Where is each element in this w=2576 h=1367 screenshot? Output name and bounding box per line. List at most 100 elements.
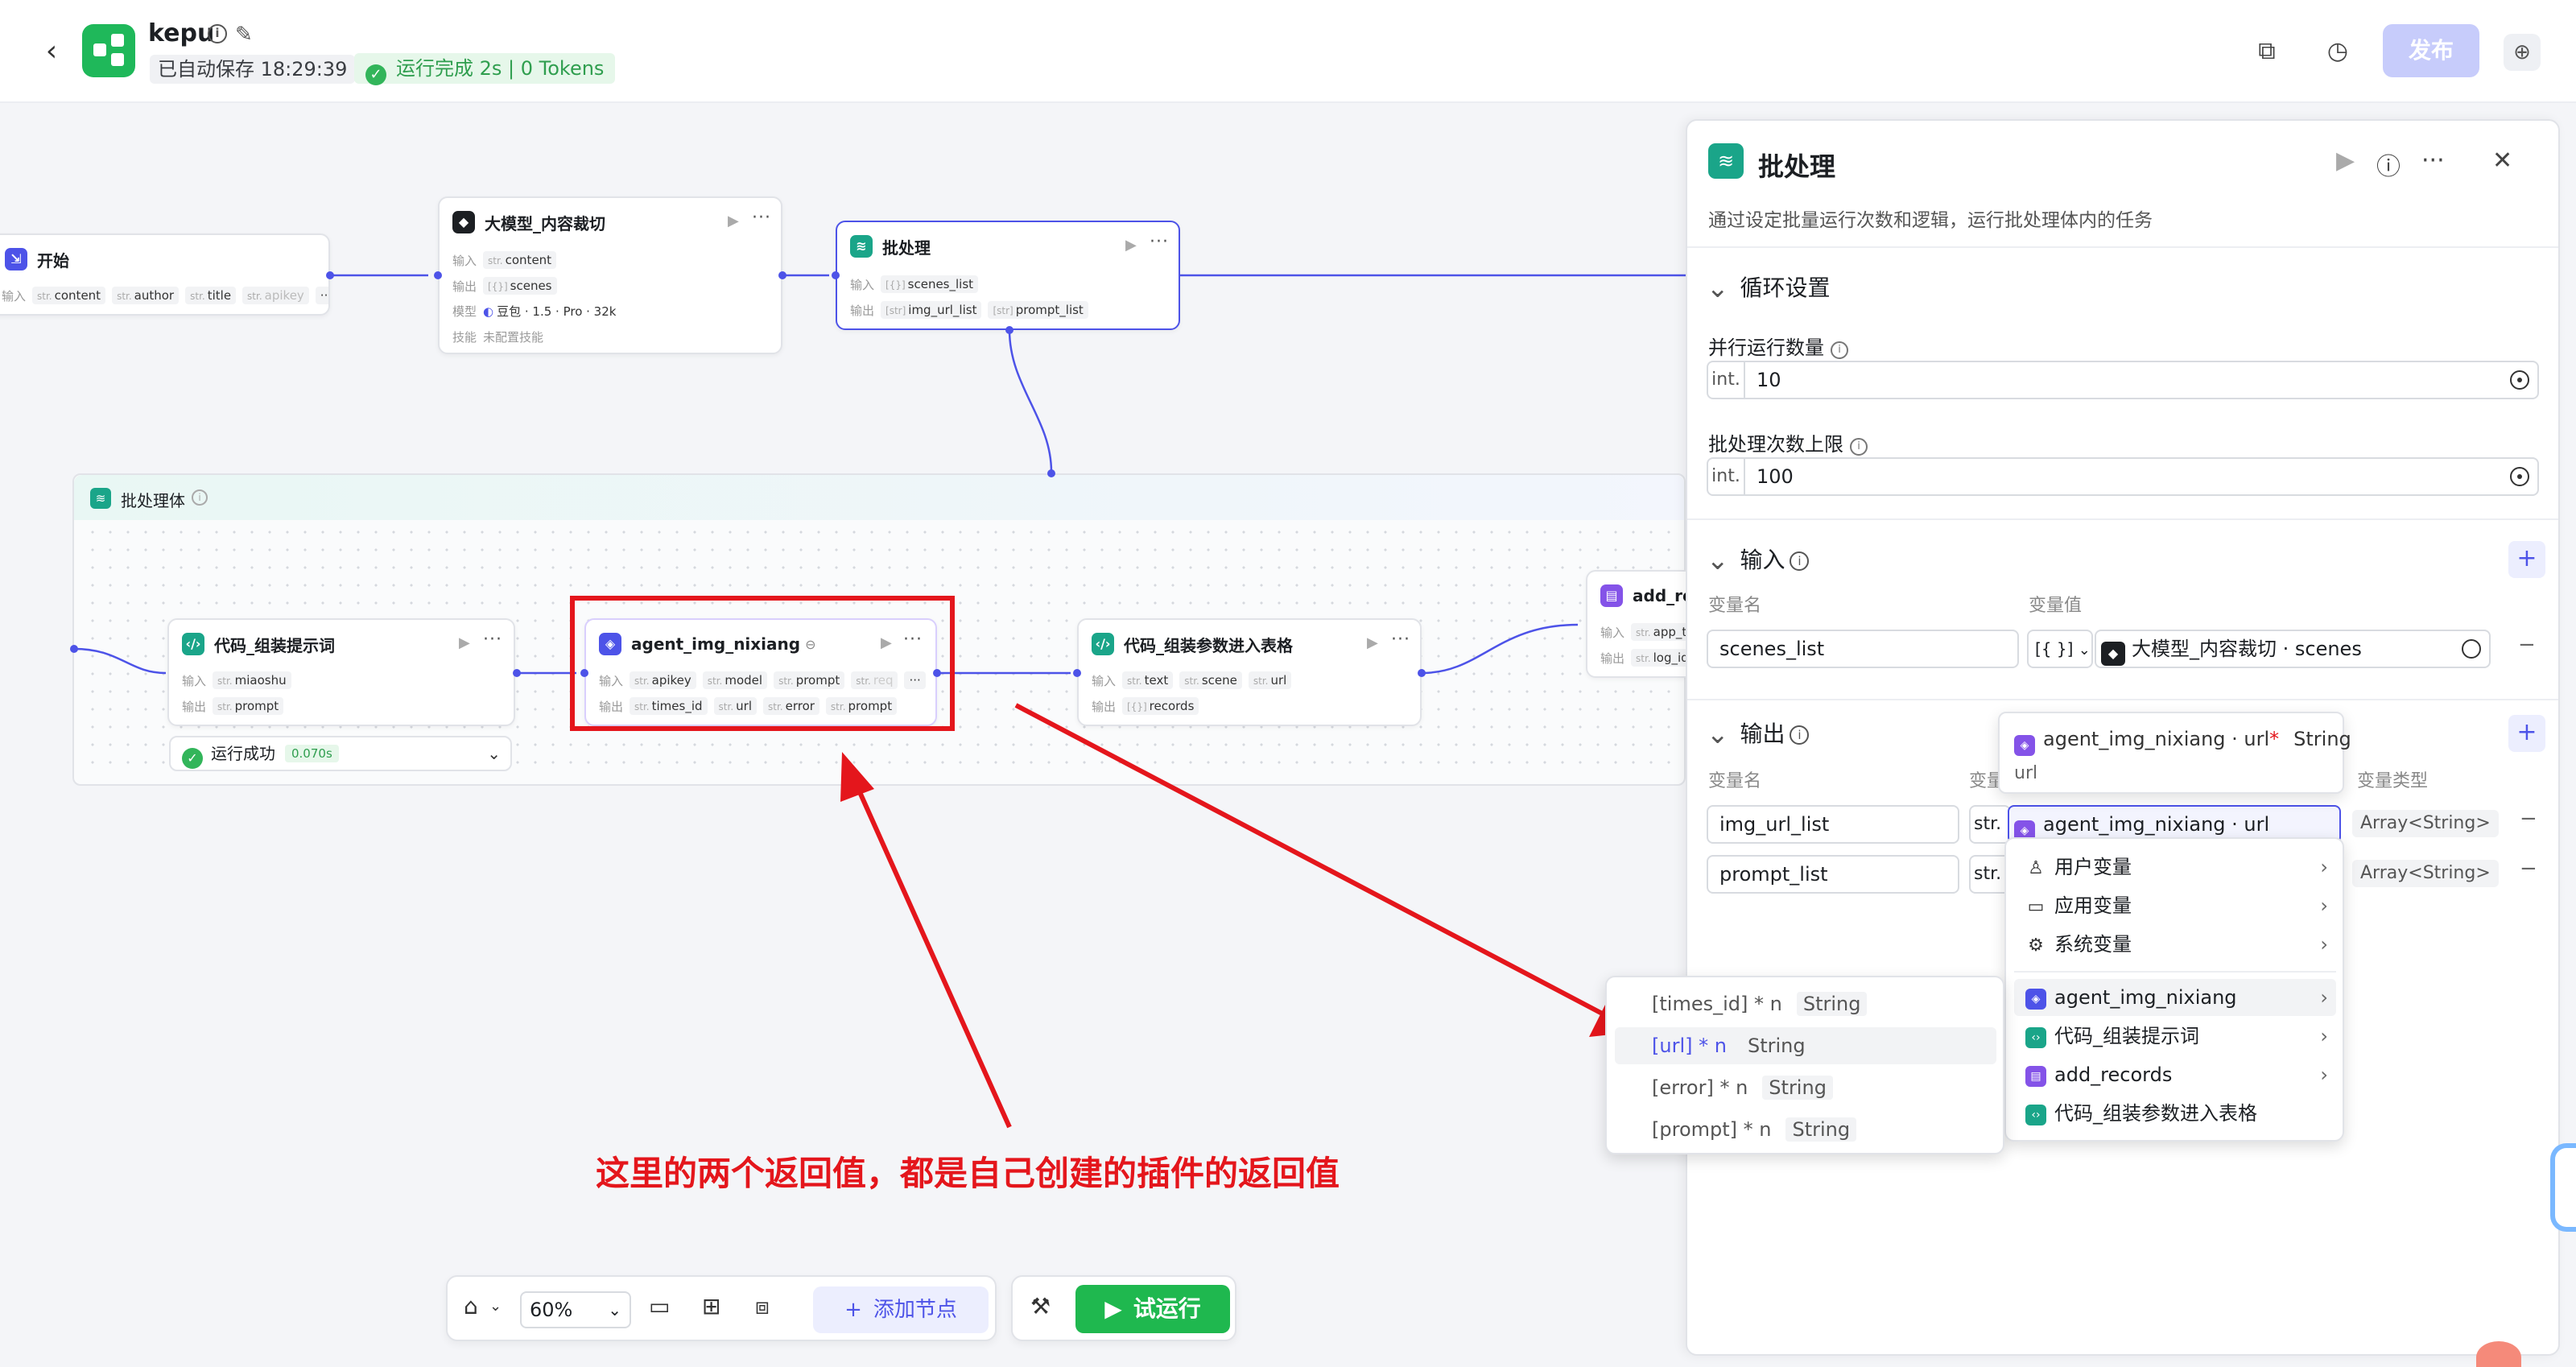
node-code-prompt[interactable]: ‹/› 代码_组装提示词 ▶ ··· 输入 str. miaoshu 输出 str. pr… xyxy=(167,618,515,726)
var-tag: str. miaoshu xyxy=(213,671,291,689)
back-arrow-icon[interactable]: ‹ xyxy=(35,35,68,68)
output-var-type: Array<String> xyxy=(2352,810,2499,837)
limit-input[interactable]: int. 100 xyxy=(1707,457,2539,496)
try-run-button[interactable]: ▶ 试运行 xyxy=(1075,1285,1230,1333)
more-tags[interactable]: ··· xyxy=(315,287,328,304)
output-port[interactable] xyxy=(778,271,786,279)
assistant-bubble[interactable] xyxy=(2550,1143,2576,1232)
output-type-short[interactable]: str. xyxy=(1969,805,2011,844)
section-input[interactable]: ⌄ 输入 i xyxy=(1707,543,1810,576)
output-port[interactable] xyxy=(933,669,941,677)
add-input-button[interactable]: + xyxy=(2508,541,2545,578)
plugin-icon: ◈ xyxy=(2014,735,2035,756)
comment-icon[interactable]: ▭ xyxy=(649,1293,670,1320)
input-port[interactable] xyxy=(832,271,840,279)
check-icon: ✓ xyxy=(182,748,203,769)
chevron-right-icon: › xyxy=(2320,1025,2328,1047)
close-icon[interactable]: ✕ xyxy=(2492,147,2512,175)
gear-icon: ⚙ xyxy=(2028,935,2044,956)
output-var-name[interactable]: prompt_list xyxy=(1707,855,1959,894)
output-var-name[interactable]: img_url_list xyxy=(1707,805,1959,844)
input-port[interactable] xyxy=(70,645,78,653)
play-icon[interactable]: ▶ xyxy=(728,213,739,229)
table-icon: ▤ xyxy=(1600,584,1623,607)
menu-item-app-vars[interactable]: ▭ 应用变量 › xyxy=(2014,887,2336,924)
help-icon[interactable]: ⓘ xyxy=(2376,147,2401,182)
input-port[interactable] xyxy=(580,669,588,677)
submenu-item-prompt[interactable]: [prompt] * n String xyxy=(1615,1111,1996,1148)
info-icon: i xyxy=(1831,341,1848,359)
info-icon[interactable]: i xyxy=(208,24,227,43)
node-title: 开始 xyxy=(37,250,69,271)
input-port[interactable] xyxy=(434,271,442,279)
node-batch[interactable]: ≋ 批处理 ▶ ··· 输入[{}] scenes_list 输出 [str] img_… xyxy=(836,221,1180,330)
menu-item-system-vars[interactable]: ⚙ 系统变量 › xyxy=(2014,926,2336,963)
wrench-icon[interactable]: ⚒ xyxy=(1030,1293,1051,1320)
section-loop[interactable]: ⌄ 循环设置 xyxy=(1707,271,1831,304)
play-icon[interactable]: ▶ xyxy=(459,634,470,651)
input-var-name[interactable]: scenes_list xyxy=(1707,630,2019,668)
more-icon[interactable]: ··· xyxy=(752,208,771,228)
zoom-select[interactable]: 60% ⌄ xyxy=(520,1291,631,1328)
col-out-name: 变量名 xyxy=(1708,771,1762,791)
play-icon[interactable]: ▶ xyxy=(1125,237,1137,254)
run-result-bar[interactable]: ✓ 运行成功 0.070s ⌄ xyxy=(169,736,512,771)
parallel-input[interactable]: int. 10 xyxy=(1707,361,2539,399)
section-output[interactable]: ⌄ 输出 i xyxy=(1707,717,1810,750)
input-var-ref[interactable]: ◆ 大模型_内容裁切 · scenes xyxy=(2095,630,2491,668)
menu-item-agent[interactable]: ◈ agent_img_nixiang › xyxy=(2014,979,2336,1016)
var-tag: str. author xyxy=(112,287,180,304)
output-var-type: Array<String> xyxy=(2352,860,2499,887)
edit-icon[interactable]: ✎ xyxy=(235,23,253,47)
plugin-icon: ◈ xyxy=(2025,989,2046,1010)
node-title: 代码_组装提示词 xyxy=(214,635,335,655)
divider xyxy=(1687,246,2558,248)
node-llm[interactable]: ◆ 大模型_内容裁切 ▶ ··· 输入 str. content 输出[{}] scen… xyxy=(438,196,782,354)
copy-icon[interactable]: ⧉ xyxy=(2251,35,2283,68)
menu-item-code-prompt[interactable]: ‹› 代码_组装提示词 › xyxy=(2014,1018,2336,1055)
menu-item-add-records[interactable]: ▤ add_records › xyxy=(2014,1056,2336,1093)
input-type-select[interactable]: [{ }] ⌄ xyxy=(2027,630,2093,668)
var-tag: str. content xyxy=(32,287,106,304)
minimap-icon[interactable]: ⧈ xyxy=(755,1293,770,1320)
more-icon[interactable]: ··· xyxy=(2421,147,2445,175)
chevron-down-icon[interactable]: ⌄ xyxy=(487,737,501,770)
submenu-item-error[interactable]: [error] * n String xyxy=(1615,1069,1996,1106)
add-node-button[interactable]: + 添加节点 xyxy=(813,1286,989,1333)
output-port[interactable] xyxy=(1005,326,1013,334)
info-icon[interactable]: i xyxy=(192,489,208,506)
play-icon[interactable]: ▶ xyxy=(2336,147,2355,175)
node-add-records[interactable]: ▤add_re 输入str.app_t 输出str.log_id xyxy=(1586,570,1686,678)
output-port[interactable] xyxy=(513,669,521,677)
play-icon[interactable]: ▶ xyxy=(1367,634,1378,651)
menu-item-code-table[interactable]: ‹› 代码_组装参数进入表格 xyxy=(2014,1095,2336,1132)
more-icon[interactable]: ··· xyxy=(483,630,502,650)
var-tag: [{}] records xyxy=(1122,697,1199,715)
history-icon[interactable]: ◷ xyxy=(2322,35,2354,68)
annotation-highlight-box xyxy=(570,596,955,731)
submenu-item-times-id[interactable]: [times_id] * n String xyxy=(1615,985,1996,1022)
grid-layout-icon[interactable]: ⊞ xyxy=(702,1293,720,1320)
publish-button[interactable]: 发布 xyxy=(2383,24,2479,77)
llm-icon: ◆ xyxy=(2101,642,2125,666)
panel-title: 批处理 xyxy=(1758,151,1836,182)
duplicate-icon[interactable]: ⊕ xyxy=(2504,34,2541,71)
add-output-button[interactable]: + xyxy=(2508,715,2545,752)
remove-output-icon[interactable]: − xyxy=(2520,857,2537,881)
info-icon: i xyxy=(1850,438,1868,456)
mouse-mode-icon[interactable]: ⌂ xyxy=(464,1293,478,1320)
chevron-down-icon[interactable]: ⌄ xyxy=(489,1298,502,1315)
node-code-table[interactable]: ‹/› 代码_组装参数进入表格 ▶ ··· 输入 str. text str. sce… xyxy=(1077,618,1422,726)
input-port[interactable] xyxy=(1073,669,1081,677)
more-icon[interactable]: ··· xyxy=(1150,232,1169,252)
remove-input-icon[interactable]: − xyxy=(2518,633,2536,657)
menu-item-user-vars[interactable]: ♙ 用户变量 › xyxy=(2014,849,2336,886)
output-port[interactable] xyxy=(1418,669,1426,677)
node-start[interactable]: ⇲ 开始 输入 str. content str. author str. title … xyxy=(0,233,330,316)
submenu-item-url[interactable]: [url] * n String xyxy=(1615,1027,1996,1064)
more-icon[interactable]: ··· xyxy=(1391,630,1410,650)
mascot-avatar[interactable] xyxy=(2476,1341,2521,1367)
output-port[interactable] xyxy=(326,271,334,279)
remove-output-icon[interactable]: − xyxy=(2520,807,2537,831)
chevron-right-icon: › xyxy=(2320,986,2328,1009)
